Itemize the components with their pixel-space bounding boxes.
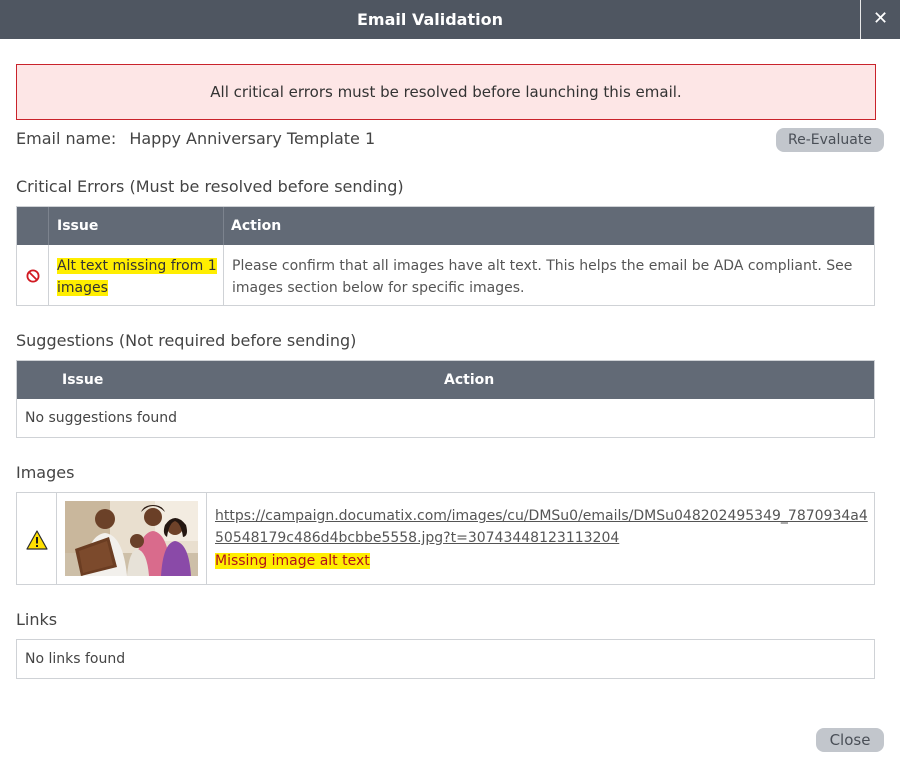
warning-icon <box>26 530 48 550</box>
column-header-issue: Issue <box>57 218 99 234</box>
dialog-titlebar: Email Validation ✕ <box>0 0 900 39</box>
email-name-value: Happy Anniversary Template 1 <box>129 129 376 148</box>
ban-icon <box>26 269 40 283</box>
email-name-row: Email name: Happy Anniversary Template 1 <box>16 128 375 150</box>
images-title: Images <box>16 463 75 482</box>
empty-suggestions-text: No suggestions found <box>25 410 178 426</box>
missing-alt-text-status: Missing image alt text <box>215 553 370 569</box>
close-icon[interactable]: ✕ <box>860 0 900 39</box>
dialog-title: Email Validation <box>357 10 503 29</box>
links-title: Links <box>16 610 58 629</box>
image-url-link[interactable]: https://campaign.documatix.com/images/cu… <box>215 505 870 549</box>
issue-text: Alt text missing from 1 images <box>57 258 217 296</box>
table-header: Issue Action <box>17 361 874 399</box>
images-table: https://campaign.documatix.com/images/cu… <box>16 492 875 585</box>
column-header-issue: Issue <box>62 372 104 388</box>
critical-alert-banner: All critical errors must be resolved bef… <box>16 64 876 120</box>
action-text: Please confirm that all images have alt … <box>232 258 853 296</box>
family-photo-image <box>65 501 198 576</box>
column-header-action: Action <box>444 372 495 388</box>
empty-links-text: No links found <box>25 651 126 667</box>
close-button[interactable]: Close <box>816 728 884 752</box>
critical-errors-table: Issue Action Alt text missing from 1 ima… <box>16 206 875 306</box>
re-evaluate-button[interactable]: Re-Evaluate <box>776 128 884 152</box>
suggestions-table: Issue Action No suggestions found <box>16 360 875 438</box>
table-row: Alt text missing from 1 images Please co… <box>17 245 874 306</box>
critical-errors-title: Critical Errors (Must be resolved before… <box>16 177 404 196</box>
suggestions-title: Suggestions (Not required before sending… <box>16 331 357 350</box>
column-header-action: Action <box>231 218 282 234</box>
email-name-label: Email name: <box>16 129 117 148</box>
links-table: No links found <box>16 639 875 679</box>
email-image-thumbnail[interactable] <box>65 501 198 576</box>
table-header: Issue Action <box>17 207 874 245</box>
